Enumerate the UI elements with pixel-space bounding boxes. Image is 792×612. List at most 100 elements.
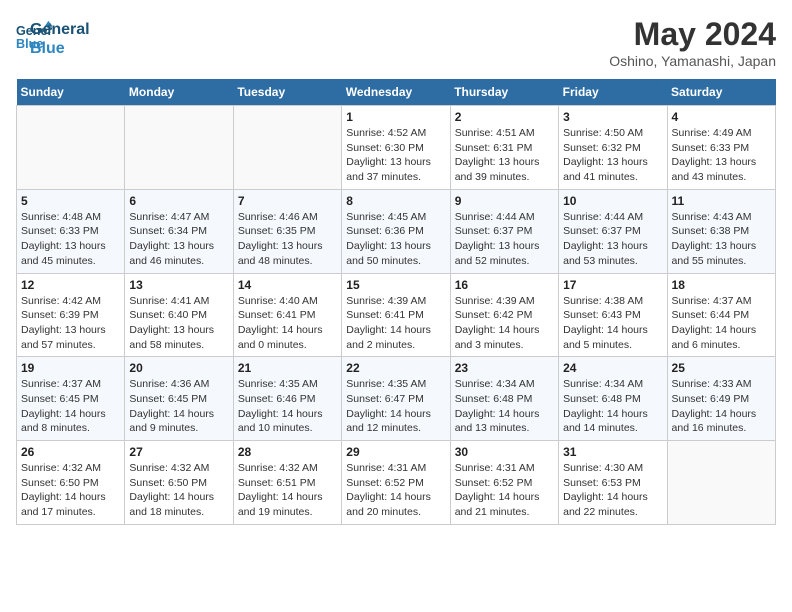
day-number: 20 (129, 361, 228, 375)
calendar-cell: 24 Sunrise: 4:34 AM Sunset: 6:48 PM Dayli… (559, 357, 667, 441)
day-number: 19 (21, 361, 120, 375)
calendar-cell: 23Sunrise: 4:34 AM Sunset: 6:48 PM Dayli… (450, 357, 558, 441)
day-info: Sunrise: 4:50 AM Sunset: 6:32 PM Dayligh… (563, 126, 662, 185)
calendar-cell: 13Sunrise: 4:41 AM Sunset: 6:40 PM Dayli… (125, 273, 233, 357)
day-number: 2 (455, 110, 554, 124)
calendar-cell: 31 Sunrise: 4:30 AM Sunset: 6:53 PM Dayli… (559, 441, 667, 525)
day-number: 7 (238, 194, 337, 208)
calendar-cell: 2Sunrise: 4:51 AM Sunset: 6:31 PM Daylig… (450, 106, 558, 190)
day-info: Sunrise: 4:35 AM Sunset: 6:47 PM Dayligh… (346, 377, 445, 436)
logo-text-blue: Blue (30, 39, 90, 58)
location-subtitle: Oshino, Yamanashi, Japan (609, 53, 776, 69)
day-number: 23 (455, 361, 554, 375)
day-info: Sunrise: 4:35 AM Sunset: 6:46 PM Dayligh… (238, 377, 337, 436)
day-info: Sunrise: 4:30 AM Sunset: 6:53 PM Dayligh… (563, 461, 662, 520)
calendar-cell: 28Sunrise: 4:32 AM Sunset: 6:51 PM Dayli… (233, 441, 341, 525)
calendar-cell: 8 Sunrise: 4:45 AM Sunset: 6:36 PM Daylig… (342, 189, 450, 273)
day-info: Sunrise: 4:46 AM Sunset: 6:35 PM Dayligh… (238, 210, 337, 269)
day-number: 17 (563, 278, 662, 292)
calendar-cell: 1 Sunrise: 4:52 AM Sunset: 6:30 PM Daylig… (342, 106, 450, 190)
day-info: Sunrise: 4:42 AM Sunset: 6:39 PM Dayligh… (21, 294, 120, 353)
day-number: 31 (563, 445, 662, 459)
logo-text-general: General (30, 20, 90, 39)
calendar-cell: 26 Sunrise: 4:32 AM Sunset: 6:50 PM Dayli… (17, 441, 125, 525)
day-number: 5 (21, 194, 120, 208)
day-number: 1 (346, 110, 445, 124)
day-info: Sunrise: 4:52 AM Sunset: 6:30 PM Dayligh… (346, 126, 445, 185)
day-info: Sunrise: 4:45 AM Sunset: 6:36 PM Dayligh… (346, 210, 445, 269)
day-number: 24 (563, 361, 662, 375)
calendar-cell: 14 Sunrise: 4:40 AM Sunset: 6:41 PM Dayli… (233, 273, 341, 357)
day-number: 3 (563, 110, 662, 124)
calendar-cell: 16 Sunrise: 4:39 AM Sunset: 6:42 PM Dayli… (450, 273, 558, 357)
calendar-cell: 6 Sunrise: 4:47 AM Sunset: 6:34 PM Daylig… (125, 189, 233, 273)
calendar-cell: 5 Sunrise: 4:48 AM Sunset: 6:33 PM Daylig… (17, 189, 125, 273)
calendar-cell (125, 106, 233, 190)
day-number: 26 (21, 445, 120, 459)
calendar-cell: 20 Sunrise: 4:36 AM Sunset: 6:45 PM Dayli… (125, 357, 233, 441)
calendar-cell: 3 Sunrise: 4:50 AM Sunset: 6:32 PM Daylig… (559, 106, 667, 190)
day-number: 8 (346, 194, 445, 208)
day-info: Sunrise: 4:37 AM Sunset: 6:44 PM Dayligh… (672, 294, 771, 353)
title-block: May 2024 Oshino, Yamanashi, Japan (609, 16, 776, 69)
weekday-header-sunday: Sunday (17, 79, 125, 106)
day-info: Sunrise: 4:43 AM Sunset: 6:38 PM Dayligh… (672, 210, 771, 269)
calendar-cell (667, 441, 775, 525)
day-info: Sunrise: 4:39 AM Sunset: 6:41 PM Dayligh… (346, 294, 445, 353)
calendar-cell: 12 Sunrise: 4:42 AM Sunset: 6:39 PM Dayli… (17, 273, 125, 357)
day-number: 16 (455, 278, 554, 292)
calendar-cell: 22Sunrise: 4:35 AM Sunset: 6:47 PM Dayli… (342, 357, 450, 441)
day-number: 30 (455, 445, 554, 459)
calendar-cell (233, 106, 341, 190)
day-info: Sunrise: 4:37 AM Sunset: 6:45 PM Dayligh… (21, 377, 120, 436)
calendar-cell: 9 Sunrise: 4:44 AM Sunset: 6:37 PM Daylig… (450, 189, 558, 273)
day-info: Sunrise: 4:40 AM Sunset: 6:41 PM Dayligh… (238, 294, 337, 353)
calendar-cell (17, 106, 125, 190)
week-row-1: 1 Sunrise: 4:52 AM Sunset: 6:30 PM Daylig… (17, 106, 776, 190)
day-info: Sunrise: 4:49 AM Sunset: 6:33 PM Dayligh… (672, 126, 771, 185)
weekday-header-friday: Friday (559, 79, 667, 106)
logo: General Blue General Blue (16, 16, 90, 58)
week-row-5: 26 Sunrise: 4:32 AM Sunset: 6:50 PM Dayli… (17, 441, 776, 525)
calendar-cell: 17 Sunrise: 4:38 AM Sunset: 6:43 PM Dayli… (559, 273, 667, 357)
calendar-cell: 7 Sunrise: 4:46 AM Sunset: 6:35 PM Daylig… (233, 189, 341, 273)
day-number: 27 (129, 445, 228, 459)
day-info: Sunrise: 4:44 AM Sunset: 6:37 PM Dayligh… (455, 210, 554, 269)
day-info: Sunrise: 4:34 AM Sunset: 6:48 PM Dayligh… (563, 377, 662, 436)
weekday-header-row: SundayMondayTuesdayWednesdayThursdayFrid… (17, 79, 776, 106)
calendar-cell: 18Sunrise: 4:37 AM Sunset: 6:44 PM Dayli… (667, 273, 775, 357)
day-number: 21 (238, 361, 337, 375)
day-number: 10 (563, 194, 662, 208)
day-info: Sunrise: 4:48 AM Sunset: 6:33 PM Dayligh… (21, 210, 120, 269)
week-row-2: 5 Sunrise: 4:48 AM Sunset: 6:33 PM Daylig… (17, 189, 776, 273)
day-number: 9 (455, 194, 554, 208)
weekday-header-wednesday: Wednesday (342, 79, 450, 106)
calendar-cell: 30Sunrise: 4:31 AM Sunset: 6:52 PM Dayli… (450, 441, 558, 525)
calendar-cell: 27Sunrise: 4:32 AM Sunset: 6:50 PM Dayli… (125, 441, 233, 525)
weekday-header-tuesday: Tuesday (233, 79, 341, 106)
day-info: Sunrise: 4:32 AM Sunset: 6:50 PM Dayligh… (21, 461, 120, 520)
calendar-cell: 29Sunrise: 4:31 AM Sunset: 6:52 PM Dayli… (342, 441, 450, 525)
day-number: 28 (238, 445, 337, 459)
calendar-cell: 4Sunrise: 4:49 AM Sunset: 6:33 PM Daylig… (667, 106, 775, 190)
calendar-cell: 11Sunrise: 4:43 AM Sunset: 6:38 PM Dayli… (667, 189, 775, 273)
day-info: Sunrise: 4:47 AM Sunset: 6:34 PM Dayligh… (129, 210, 228, 269)
weekday-header-monday: Monday (125, 79, 233, 106)
week-row-3: 12 Sunrise: 4:42 AM Sunset: 6:39 PM Dayli… (17, 273, 776, 357)
day-info: Sunrise: 4:36 AM Sunset: 6:45 PM Dayligh… (129, 377, 228, 436)
day-number: 12 (21, 278, 120, 292)
weekday-header-saturday: Saturday (667, 79, 775, 106)
calendar-cell: 15 Sunrise: 4:39 AM Sunset: 6:41 PM Dayli… (342, 273, 450, 357)
calendar-cell: 10Sunrise: 4:44 AM Sunset: 6:37 PM Dayli… (559, 189, 667, 273)
week-row-4: 19 Sunrise: 4:37 AM Sunset: 6:45 PM Dayli… (17, 357, 776, 441)
day-number: 14 (238, 278, 337, 292)
calendar-table: SundayMondayTuesdayWednesdayThursdayFrid… (16, 79, 776, 525)
calendar-cell: 25Sunrise: 4:33 AM Sunset: 6:49 PM Dayli… (667, 357, 775, 441)
day-number: 15 (346, 278, 445, 292)
day-info: Sunrise: 4:39 AM Sunset: 6:42 PM Dayligh… (455, 294, 554, 353)
day-number: 6 (129, 194, 228, 208)
day-info: Sunrise: 4:33 AM Sunset: 6:49 PM Dayligh… (672, 377, 771, 436)
calendar-cell: 19 Sunrise: 4:37 AM Sunset: 6:45 PM Dayli… (17, 357, 125, 441)
day-info: Sunrise: 4:38 AM Sunset: 6:43 PM Dayligh… (563, 294, 662, 353)
day-info: Sunrise: 4:31 AM Sunset: 6:52 PM Dayligh… (346, 461, 445, 520)
